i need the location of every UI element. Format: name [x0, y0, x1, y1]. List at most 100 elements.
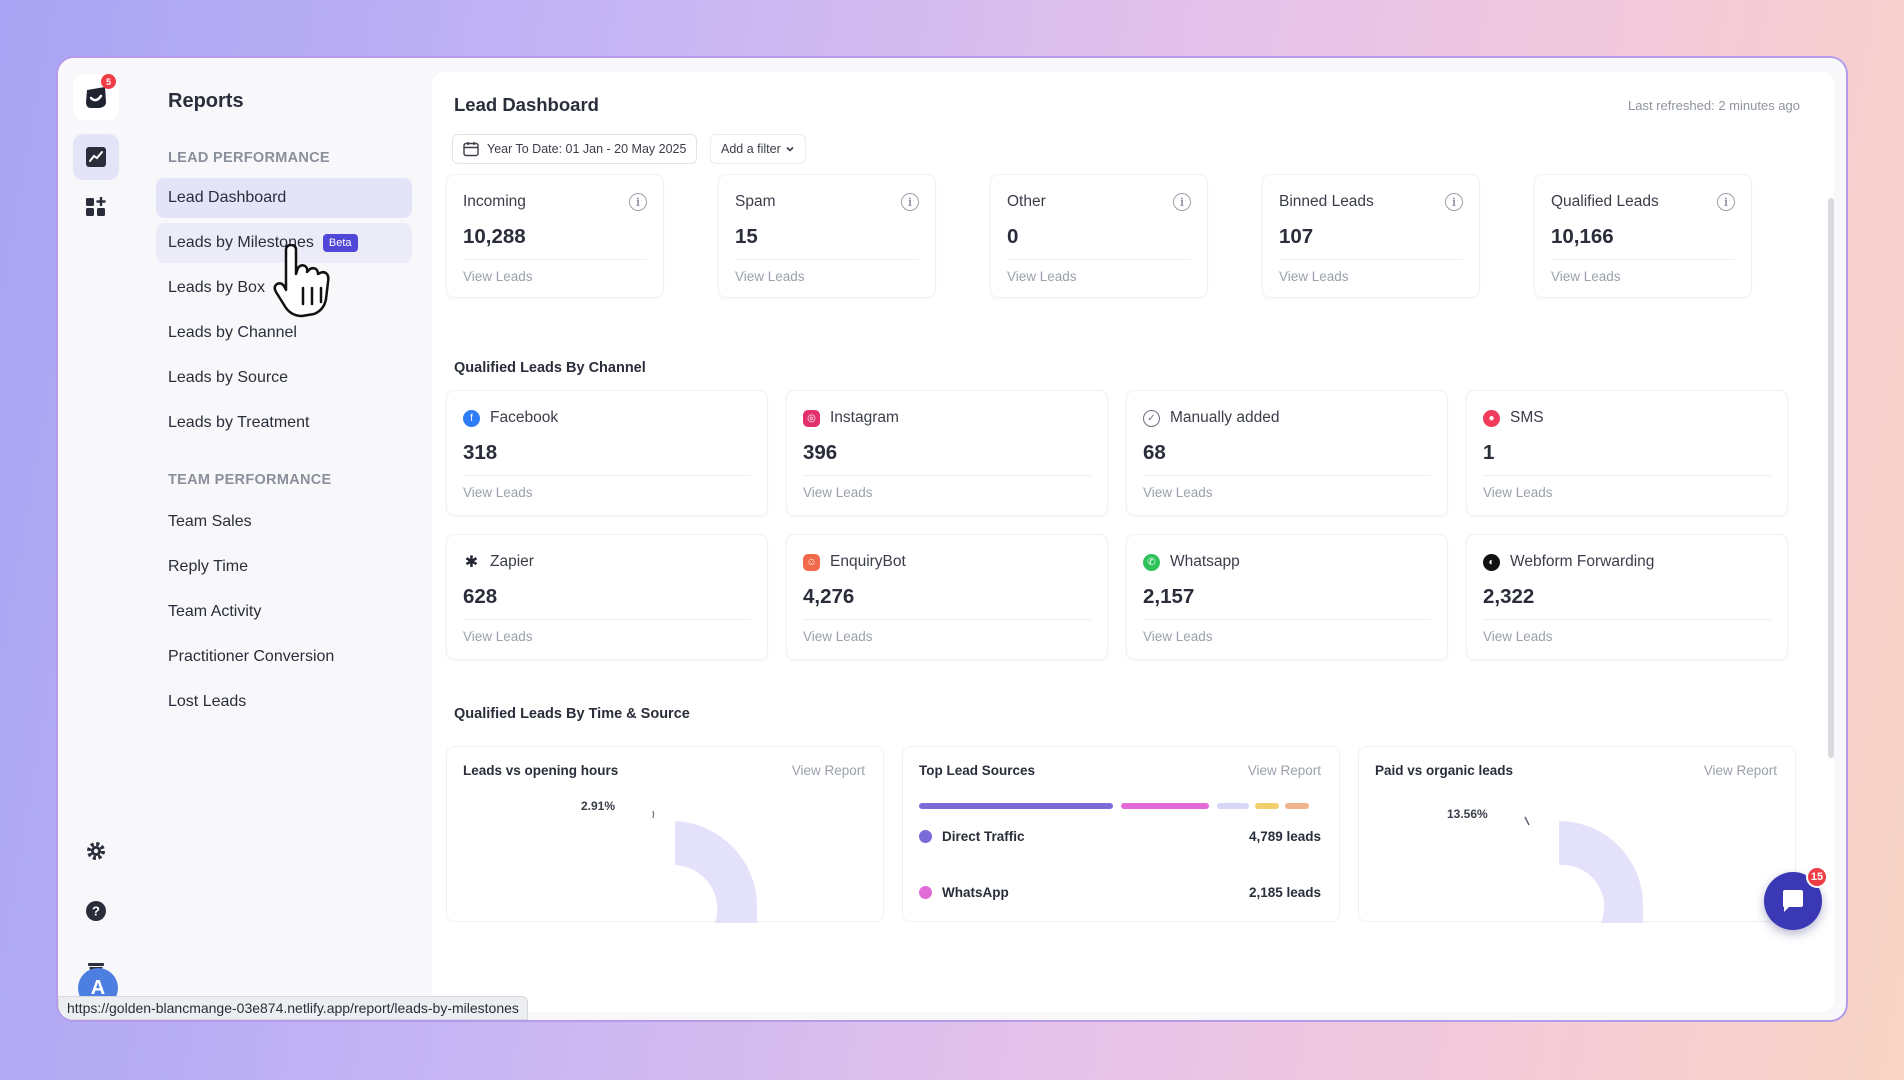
view-leads-link[interactable]: View Leads — [1007, 269, 1077, 284]
nav-leads-by-source[interactable]: Leads by Source — [156, 358, 412, 398]
nav-label: Leads by Treatment — [168, 414, 310, 431]
info-icon[interactable]: i — [901, 193, 919, 211]
opening-hours-donut — [652, 810, 757, 923]
apps-icon — [86, 197, 106, 216]
add-filter-button[interactable]: Add a filter — [710, 134, 806, 164]
gear-icon — [87, 842, 105, 860]
view-leads-link[interactable]: View Leads — [463, 629, 533, 644]
channel-label: SMS — [1510, 409, 1544, 426]
whatsapp-icon: ✆ — [1143, 553, 1160, 571]
view-leads-link[interactable]: View Leads — [463, 485, 533, 500]
zapier-icon: ✱ — [463, 553, 480, 571]
nav-team-sales[interactable]: Team Sales — [156, 502, 412, 542]
add-filter-label: Add a filter — [721, 142, 781, 156]
channel-value: 396 — [803, 441, 838, 464]
view-leads-link[interactable]: View Leads — [1483, 485, 1553, 500]
channel-label: Zapier — [490, 553, 534, 570]
help-nav[interactable]: ? — [73, 888, 119, 934]
panel-top-lead-sources: Top Lead Sources View Report Direct Traf… — [902, 746, 1340, 922]
stat-card-incoming: Incoming i 10,288 View Leads — [446, 174, 664, 298]
apps-nav[interactable] — [73, 184, 119, 230]
sidebar-title: Reports — [168, 90, 244, 112]
dashboard-main: Lead Dashboard Last refreshed: 2 minutes… — [432, 72, 1834, 1012]
view-report-link[interactable]: View Report — [1248, 763, 1321, 778]
source-value: 4,789 leads — [1248, 829, 1321, 844]
nav-label: Lost Leads — [168, 693, 247, 710]
channel-card-zapier: ✱ Zapier 628 View Leads — [446, 534, 768, 660]
stat-value: 15 — [735, 225, 758, 248]
section-team-performance: TEAM PERFORMANCE — [168, 472, 332, 488]
instagram-icon: ◎ — [803, 409, 820, 427]
reports-nav[interactable] — [73, 134, 119, 180]
channel-value: 4,276 — [803, 585, 855, 608]
view-leads-link[interactable]: View Leads — [1551, 269, 1621, 284]
stat-label: Qualified Leads — [1551, 193, 1659, 210]
source-name: WhatsApp — [942, 885, 1009, 900]
date-range-picker[interactable]: Year To Date: 01 Jan - 20 May 2025 — [452, 134, 698, 164]
app-window: 5 ? A Reports LEAD PERFORMANCE Lead Dash… — [56, 56, 1848, 1022]
settings-nav[interactable] — [73, 828, 119, 874]
check-circle-icon: ✓ — [1143, 409, 1160, 427]
stat-card-spam: Spam i 15 View Leads — [718, 174, 936, 298]
channel-section-title: Qualified Leads By Channel — [454, 360, 646, 376]
channel-value: 2,157 — [1143, 585, 1195, 608]
stat-label: Binned Leads — [1279, 193, 1374, 210]
stat-label: Spam — [735, 193, 776, 210]
nav-label: Team Sales — [168, 513, 252, 530]
hand-cursor-icon — [273, 244, 330, 318]
panel-title: Top Lead Sources — [919, 763, 1036, 778]
channel-card-whatsapp: ✆ Whatsapp 2,157 View Leads — [1126, 534, 1448, 660]
nav-leads-by-channel[interactable]: Leads by Channel — [156, 313, 412, 353]
info-icon[interactable]: i — [629, 193, 647, 211]
scrollbar[interactable] — [1828, 198, 1834, 758]
channel-value: 318 — [463, 441, 498, 464]
view-report-link[interactable]: View Report — [792, 763, 865, 778]
view-leads-link[interactable]: View Leads — [1483, 629, 1553, 644]
view-leads-link[interactable]: View Leads — [1143, 629, 1213, 644]
channel-value: 1 — [1483, 441, 1495, 464]
nav-leads-by-treatment[interactable]: Leads by Treatment — [156, 403, 412, 443]
stat-value: 10,288 — [463, 225, 526, 248]
source-bar-whatsapp — [1121, 803, 1209, 809]
paid-organic-donut — [1524, 816, 1643, 923]
calendar-icon — [463, 142, 479, 157]
chart-icon — [86, 147, 106, 167]
view-report-link[interactable]: View Report — [1704, 763, 1777, 778]
source-value: 2,185 leads — [1248, 885, 1321, 900]
icon-rail: 5 ? A — [58, 58, 136, 1020]
nav-lead-dashboard[interactable]: Lead Dashboard — [156, 178, 412, 218]
nav-lost-leads[interactable]: Lost Leads — [156, 682, 412, 722]
info-icon[interactable]: i — [1173, 193, 1191, 211]
view-leads-link[interactable]: View Leads — [803, 485, 873, 500]
info-icon[interactable]: i — [1717, 193, 1735, 211]
view-leads-link[interactable]: View Leads — [1279, 269, 1349, 284]
channel-label: Webform Forwarding — [1510, 553, 1655, 570]
nav-practitioner-conversion[interactable]: Practitioner Conversion — [156, 637, 412, 677]
view-leads-link[interactable]: View Leads — [1143, 485, 1213, 500]
stat-value: 107 — [1279, 225, 1314, 248]
source-row-whatsapp: WhatsApp — [919, 885, 1009, 900]
webform-icon: ◐ — [1483, 553, 1500, 571]
info-icon[interactable]: i — [1445, 193, 1463, 211]
channel-card-sms: ● SMS 1 View Leads — [1466, 390, 1788, 516]
view-leads-link[interactable]: View Leads — [803, 629, 873, 644]
app-logo[interactable]: 5 — [73, 74, 119, 120]
panel-title: Paid vs organic leads — [1375, 763, 1514, 778]
channel-value: 68 — [1143, 441, 1166, 464]
reports-sidebar: Reports LEAD PERFORMANCE Lead Dashboard … — [136, 58, 436, 1020]
channel-value: 628 — [463, 585, 498, 608]
stat-card-binned: Binned Leads i 107 View Leads — [1262, 174, 1480, 298]
nav-reply-time[interactable]: Reply Time — [156, 547, 412, 587]
channel-card-instagram: ◎ Instagram 396 View Leads — [786, 390, 1108, 516]
stat-label: Other — [1007, 193, 1046, 210]
source-name: Direct Traffic — [942, 829, 1025, 844]
source-bar-direct — [919, 803, 1113, 809]
stat-card-other: Other i 0 View Leads — [990, 174, 1208, 298]
channel-label: Manually added — [1170, 409, 1280, 426]
view-leads-link[interactable]: View Leads — [463, 269, 533, 284]
status-bar-url: https://golden-blancmange-03e874.netlify… — [58, 996, 528, 1020]
nav-label: Practitioner Conversion — [168, 648, 335, 665]
nav-team-activity[interactable]: Team Activity — [156, 592, 412, 632]
view-leads-link[interactable]: View Leads — [735, 269, 805, 284]
nav-label: Leads by Box — [168, 279, 265, 296]
